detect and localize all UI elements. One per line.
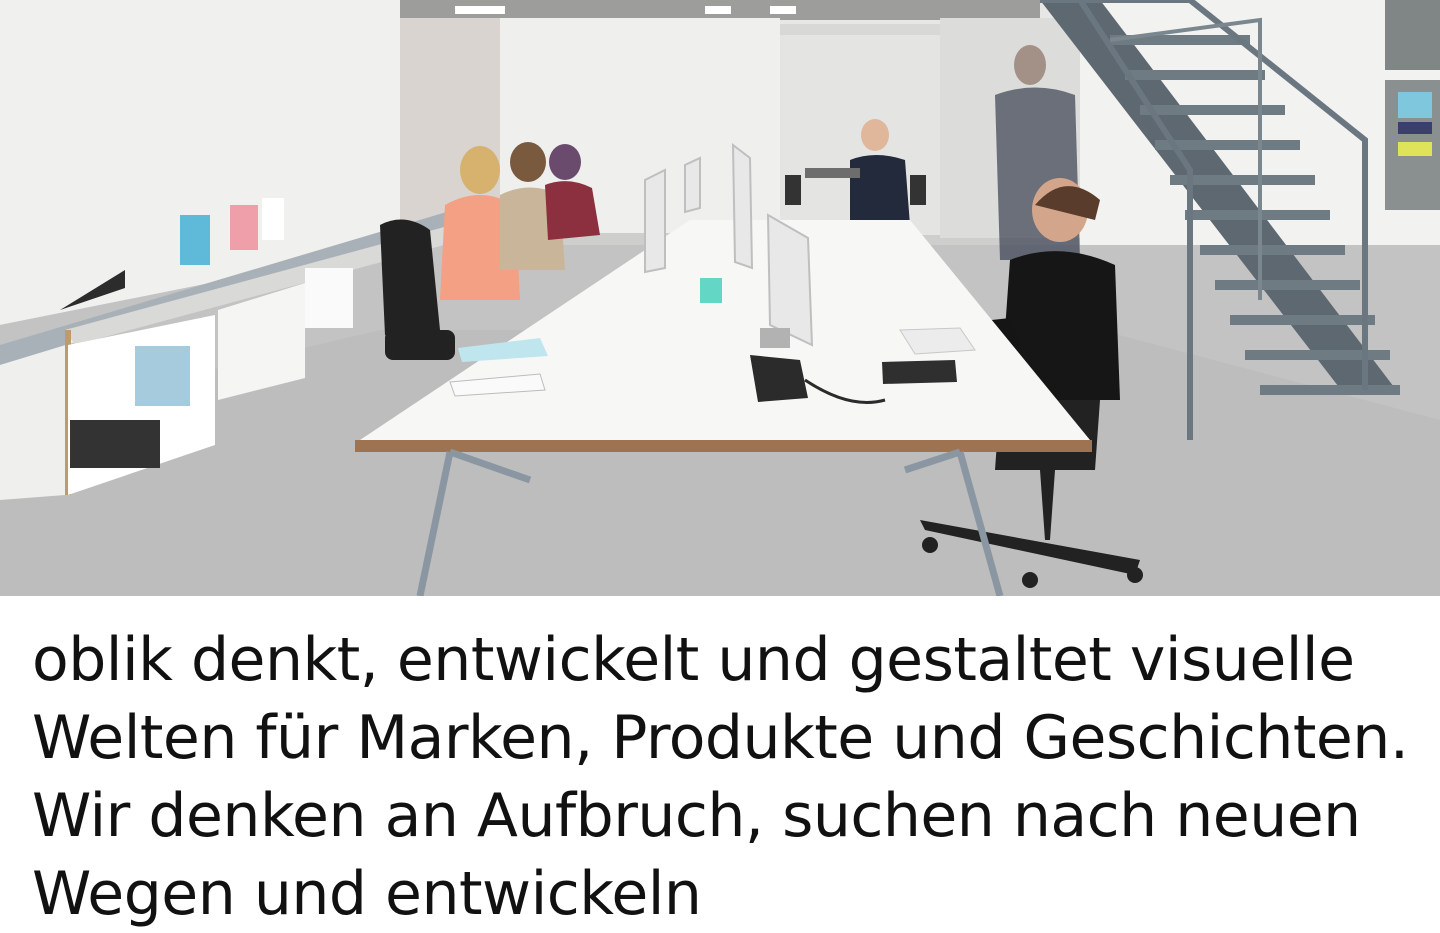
office-scene bbox=[0, 0, 1440, 596]
intro-text: oblik denkt, entwickelt und gestaltet vi… bbox=[32, 625, 1409, 929]
hero-image bbox=[0, 0, 1440, 596]
